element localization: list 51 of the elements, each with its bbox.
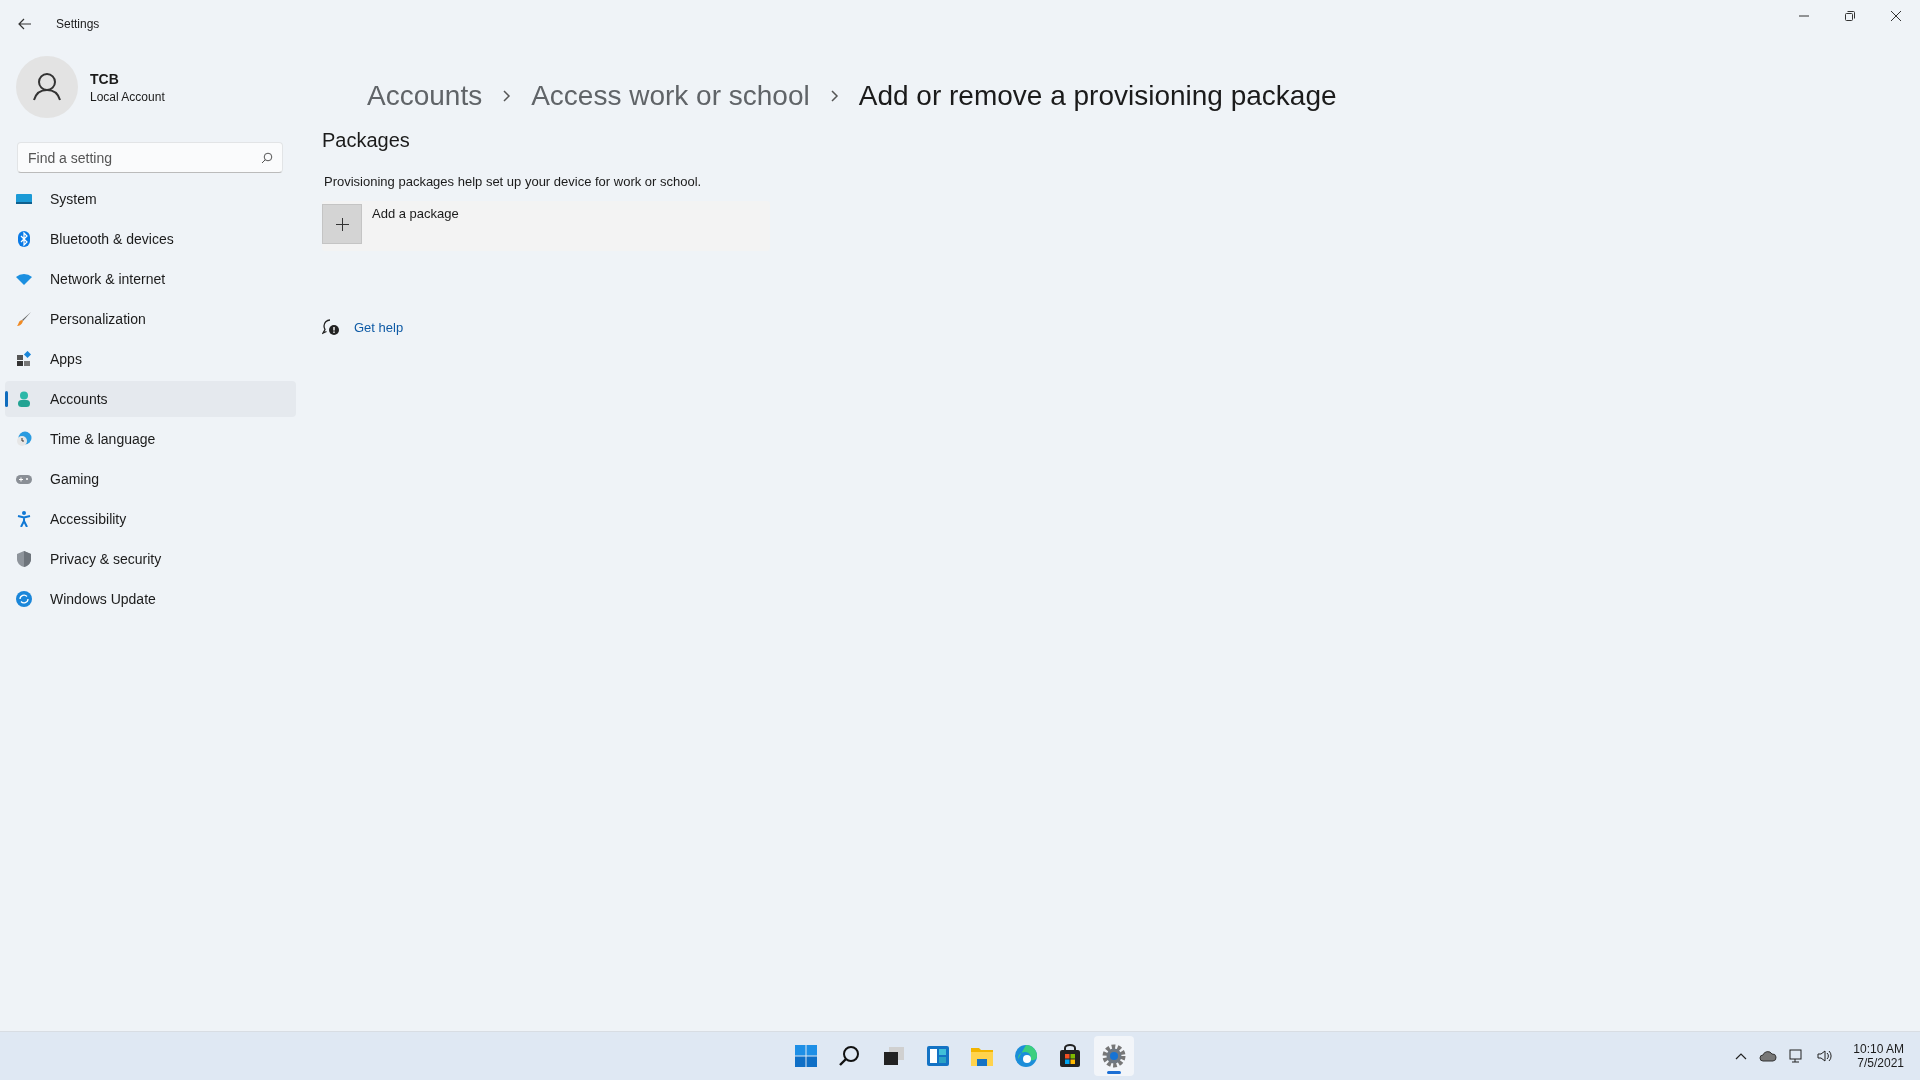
time-icon xyxy=(16,431,32,447)
privacy-icon xyxy=(16,551,32,567)
shopping-bag-icon xyxy=(1057,1043,1083,1069)
accessibility-icon xyxy=(16,511,32,527)
account-type: Local Account xyxy=(90,89,165,104)
nav-item[interactable]: Personalization xyxy=(5,301,296,337)
avatar-icon xyxy=(16,56,78,118)
brush-icon xyxy=(16,311,32,327)
section-title: Packages xyxy=(322,129,411,152)
apps-icon xyxy=(16,351,32,367)
restore-icon[interactable] xyxy=(1844,10,1856,22)
nav-item[interactable]: Accessibility xyxy=(5,501,296,537)
swirl-icon xyxy=(1013,1043,1039,1069)
search-icon xyxy=(261,152,273,164)
bluetooth-icon xyxy=(16,231,32,247)
nav-item[interactable]: Bluetooth & devices xyxy=(5,221,296,257)
cloud-icon[interactable] xyxy=(1759,1050,1778,1062)
page-title: Add or remove a provisioning package xyxy=(858,80,1337,112)
close-icon[interactable] xyxy=(1890,10,1902,22)
breadcrumb-link[interactable]: Accounts xyxy=(367,80,483,112)
help-chat-icon xyxy=(322,319,340,336)
clock-time: 10:10 AM xyxy=(1853,1042,1904,1056)
speaker-icon[interactable] xyxy=(1817,1049,1834,1063)
system-icon xyxy=(16,191,32,207)
back-arrow-icon[interactable] xyxy=(18,18,32,30)
window-title: Settings xyxy=(56,17,100,31)
section-description: Provisioning packages help set up your device for work or school. xyxy=(324,174,703,189)
nav-item[interactable]: Privacy & security xyxy=(5,541,296,577)
breadcrumb-link[interactable]: Access work or school xyxy=(531,80,810,112)
network-icon xyxy=(16,271,32,287)
panels-icon xyxy=(925,1043,951,1069)
get-help-link[interactable]: Get help xyxy=(354,320,404,335)
add-package-label: Add a package xyxy=(372,206,459,221)
chevron-icon xyxy=(502,89,512,103)
clock-date: 7/5/2021 xyxy=(1857,1056,1904,1070)
windows-logo-icon xyxy=(793,1043,819,1069)
nav-item[interactable]: Gaming xyxy=(5,461,296,497)
nav-item[interactable]: Accounts xyxy=(5,381,296,417)
chevron-up-icon[interactable] xyxy=(1735,1052,1748,1060)
nav-item[interactable]: System xyxy=(5,181,296,217)
nav-item[interactable]: Network & internet xyxy=(5,261,296,297)
update-icon xyxy=(16,591,32,607)
gear-icon xyxy=(1101,1043,1127,1069)
chevron-icon xyxy=(829,89,839,103)
nav-item[interactable]: Windows Update xyxy=(5,581,296,617)
search-field[interactable]: Find a setting xyxy=(17,142,283,173)
plus-icon xyxy=(335,217,349,231)
nav-item[interactable]: Apps xyxy=(5,341,296,377)
user-name: TCB xyxy=(90,70,120,87)
nav-item[interactable]: Time & language xyxy=(5,421,296,457)
accounts-icon xyxy=(16,391,32,407)
